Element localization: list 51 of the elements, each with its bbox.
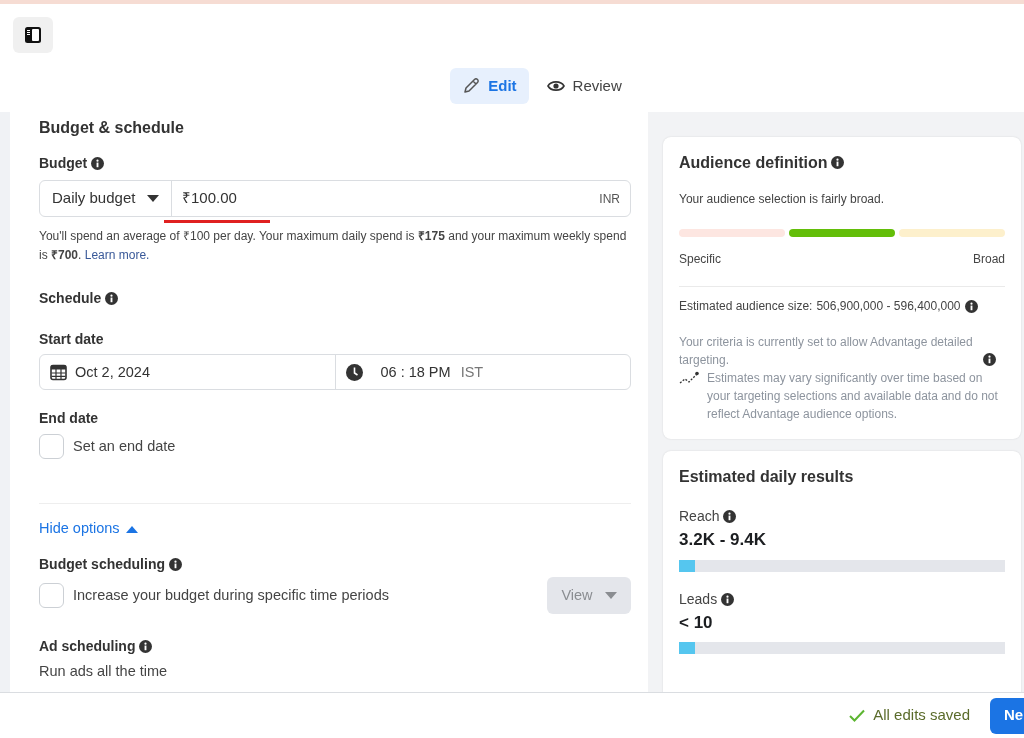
field-label: Budget <box>39 154 88 174</box>
pencil-icon <box>462 77 481 95</box>
metric-label: Reach <box>679 507 720 527</box>
audience-summary: Your audience selection is fairly broad. <box>679 191 885 209</box>
meter-label: Broad <box>972 251 1005 269</box>
checkbox[interactable] <box>39 434 64 460</box>
field-label: Budget scheduling <box>39 555 165 575</box>
caret-icon <box>604 592 617 600</box>
hide-options-link[interactable]: Hide options <box>39 518 138 541</box>
metric-value: < 10 <box>679 611 714 634</box>
field-value: Run ads all the time <box>39 662 169 682</box>
metric-label: Leads <box>679 589 718 609</box>
checkbox-label: Increase your budget during specific time periods <box>73 585 389 605</box>
budget-type-dropdown[interactable]: Daily budget <box>40 181 172 217</box>
save-status: All edits saved <box>873 705 970 726</box>
info-icon[interactable] <box>721 592 735 606</box>
field-label: Ad scheduling <box>39 637 136 657</box>
tab[interactable]: Edit <box>450 68 529 104</box>
budget-note: You'll spend an average of ₹100 per day. Your maximum daily spend is ₹175 and your maximum weekly spend is ₹700. Learn more. <box>39 228 628 264</box>
info-icon[interactable] <box>983 353 996 367</box>
meter-label: Specific <box>679 251 722 269</box>
field-label: Start date <box>39 330 105 350</box>
info-icon[interactable] <box>105 292 119 306</box>
info-icon[interactable] <box>139 640 153 654</box>
checkbox-label: Set an end date <box>73 437 176 456</box>
caret-icon <box>147 195 159 203</box>
check-icon <box>849 709 866 722</box>
currency-label: INR <box>599 190 620 208</box>
info-icon[interactable] <box>169 558 182 572</box>
info-icon[interactable] <box>91 157 105 171</box>
info-icon[interactable] <box>723 510 737 524</box>
metric-value: 3.2K - 9.4K <box>679 529 767 552</box>
audience-size: 506,900,000 - 596,400,000 <box>816 298 961 316</box>
sidebar-icon <box>24 26 42 44</box>
section-title: Budget & schedule <box>39 118 185 138</box>
field-label: End date <box>39 409 100 429</box>
field-label: Schedule <box>39 289 102 309</box>
learn-more-link[interactable]: Learn more. <box>84 247 150 262</box>
trend-icon <box>679 371 699 386</box>
info-icon[interactable] <box>964 299 978 313</box>
audience-size-label: Estimated audience size: <box>679 298 813 316</box>
disclaimer-text: Estimates may vary significantly over time based on your targeting selections and available data and do not reflect Advantage audience options. <box>707 370 999 424</box>
caret-icon <box>125 525 138 533</box>
criteria-text: Your criteria is currently set to allow Advantage detailed targeting. <box>679 334 974 370</box>
tab[interactable]: Review <box>534 68 634 104</box>
card-title: Audience definition <box>679 153 828 173</box>
info-icon[interactable] <box>831 156 845 170</box>
next-button[interactable]: Ne <box>990 697 1024 734</box>
card-title: Estimated daily results <box>679 467 855 487</box>
eye-icon <box>546 79 565 93</box>
sidebar-toggle-button[interactable] <box>13 17 53 53</box>
